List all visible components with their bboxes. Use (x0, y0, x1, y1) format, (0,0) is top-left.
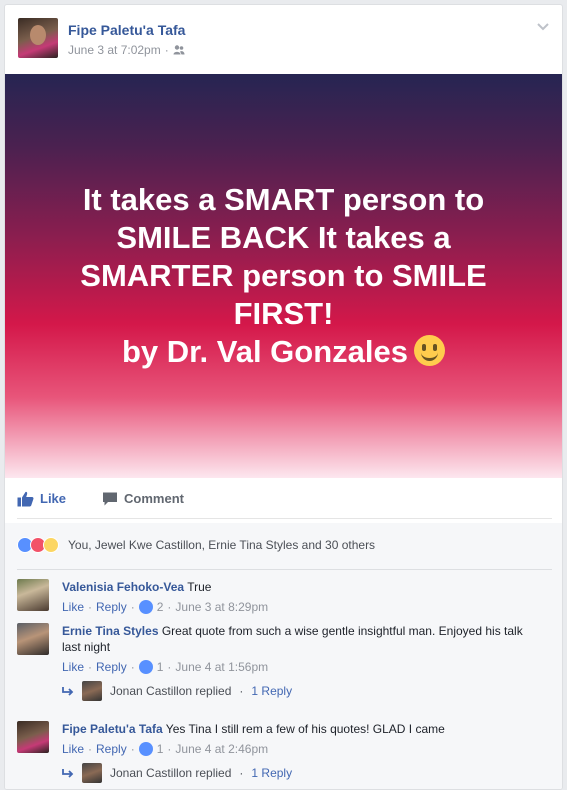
reactions-text[interactable]: You, Jewel Kwe Castillon, Ernie Tina Sty… (68, 538, 375, 552)
comment-body: Ernie Tina Styles Great quote from such … (62, 623, 542, 675)
like-count-icon (138, 600, 153, 614)
reactions-divider (17, 569, 552, 570)
comment-like-link[interactable]: Like (62, 599, 84, 615)
replier-text: Jonan Castillon replied (110, 766, 232, 780)
replies-summary[interactable]: Jonan Castillon replied · 1 Reply (62, 681, 292, 701)
reply-arrow-icon (62, 687, 74, 696)
like-button[interactable]: Like (17, 491, 66, 507)
comment-like-link[interactable]: Like (62, 741, 84, 757)
quote-text: It takes a SMART person to SMILE BACK It… (49, 181, 519, 371)
meta-separator: · (164, 43, 169, 57)
quote-attribution: by Dr. Val Gonzales (121, 334, 408, 369)
comment-meta: Like · Reply · 1 · June 4 at 2:46pm (62, 741, 269, 757)
replier-avatar (82, 763, 102, 783)
reply-count-link[interactable]: 1 Reply (251, 684, 292, 698)
friends-icon[interactable] (173, 44, 185, 56)
comment-reply-link[interactable]: Reply (96, 659, 127, 675)
commenter-name[interactable]: Fipe Paletu'a Tafa (62, 722, 163, 736)
replies-summary[interactable]: Jonan Castillon replied · 1 Reply (62, 763, 292, 783)
comment-like-count[interactable]: 1 (157, 741, 164, 757)
comment-time[interactable]: June 4 at 1:56pm (175, 659, 268, 675)
haha-reaction-icon (43, 537, 59, 553)
comment-reply-link[interactable]: Reply (96, 741, 127, 757)
comment-reply-link[interactable]: Reply (96, 599, 127, 615)
comment-body: Valenisia Fehoko-Vea True Like · Reply ·… (62, 579, 542, 615)
replier-avatar (82, 681, 102, 701)
author-name[interactable]: Fipe Paletu'a Tafa (68, 22, 185, 38)
reactions-summary[interactable]: You, Jewel Kwe Castillon, Ernie Tina Sty… (17, 537, 375, 553)
post-timestamp[interactable]: June 3 at 7:02pm (68, 43, 161, 57)
comment-like-count[interactable]: 2 (157, 599, 164, 615)
reply-arrow-icon (62, 769, 74, 778)
quote-image[interactable]: It takes a SMART person to SMILE BACK It… (5, 74, 562, 478)
reaction-icons (17, 537, 59, 553)
comment-like-count[interactable]: 1 (157, 659, 164, 675)
comment-bubble-icon (103, 492, 118, 506)
quote-line-2: SMILE BACK It takes a (116, 220, 451, 255)
reply-count-link[interactable]: 1 Reply (251, 766, 292, 780)
like-count-icon (138, 660, 153, 674)
quote-attribution-line: by Dr. Val Gonzales (49, 333, 519, 371)
replier-text: Jonan Castillon replied (110, 684, 232, 698)
comment-like-link[interactable]: Like (62, 659, 84, 675)
comment-meta: Like · Reply · 2 · June 3 at 8:29pm (62, 599, 269, 615)
author-avatar[interactable] (18, 18, 58, 58)
comment-time[interactable]: June 4 at 2:46pm (175, 741, 268, 757)
commenter-avatar[interactable] (17, 721, 49, 753)
post-header: Fipe Paletu'a Tafa June 3 at 7:02pm · (5, 5, 562, 73)
like-label: Like (40, 491, 67, 506)
quote-line-4: FIRST! (233, 296, 334, 331)
comment-label: Comment (124, 491, 184, 506)
comment-text: True (187, 580, 212, 594)
commenter-name[interactable]: Valenisia Fehoko-Vea (62, 580, 184, 594)
smiley-emoji-icon (414, 335, 445, 366)
thumbs-up-icon (17, 491, 34, 506)
facebook-post: Fipe Paletu'a Tafa June 3 at 7:02pm · It… (4, 4, 563, 790)
comment-text: Yes Tina I still rem a few of his quotes… (165, 722, 445, 736)
commenter-name[interactable]: Ernie Tina Styles (62, 624, 159, 638)
comment-button[interactable]: Comment (102, 491, 184, 506)
comment-body: Fipe Paletu'a Tafa Yes Tina I still rem … (62, 721, 542, 757)
like-count-icon (138, 742, 153, 756)
feedback-section: You, Jewel Kwe Castillon, Ernie Tina Sty… (5, 523, 562, 789)
comment-time[interactable]: June 3 at 8:29pm (175, 599, 268, 615)
quote-line-1: It takes a SMART person to (82, 182, 485, 217)
post-meta: June 3 at 7:02pm · (68, 43, 185, 57)
post-action-bar: Like Comment (17, 479, 552, 519)
commenter-avatar[interactable] (17, 579, 49, 611)
quote-line-3: SMARTER person to SMILE (80, 258, 487, 293)
chevron-down-icon[interactable] (536, 19, 550, 33)
comment-meta: Like · Reply · 1 · June 4 at 1:56pm (62, 659, 269, 675)
commenter-avatar[interactable] (17, 623, 49, 655)
